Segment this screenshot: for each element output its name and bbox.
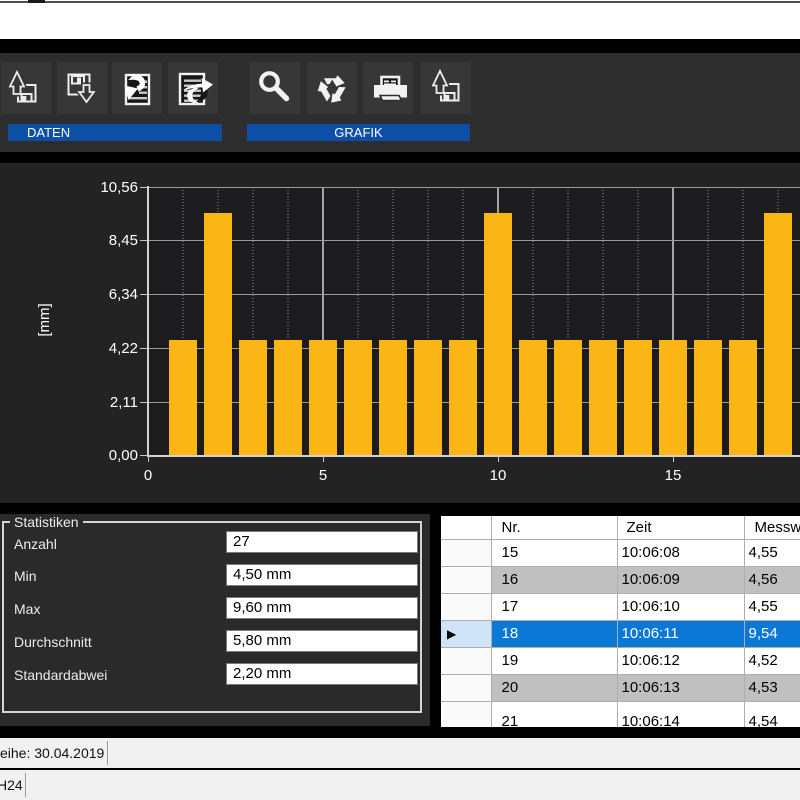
svg-text:0,00: 0,00: [109, 447, 138, 464]
svg-text:6,34: 6,34: [109, 286, 138, 303]
svg-text:2,11: 2,11: [110, 394, 138, 411]
svg-text:4,22: 4,22: [109, 340, 138, 357]
svg-text:15: 15: [665, 467, 682, 484]
svg-text:[mm]: [mm]: [36, 303, 53, 336]
svg-text:10: 10: [490, 467, 507, 484]
svg-text:8,45: 8,45: [109, 232, 138, 249]
svg-text:5: 5: [319, 467, 327, 484]
svg-text:0: 0: [144, 467, 152, 484]
svg-text:10,56: 10,56: [100, 179, 138, 196]
